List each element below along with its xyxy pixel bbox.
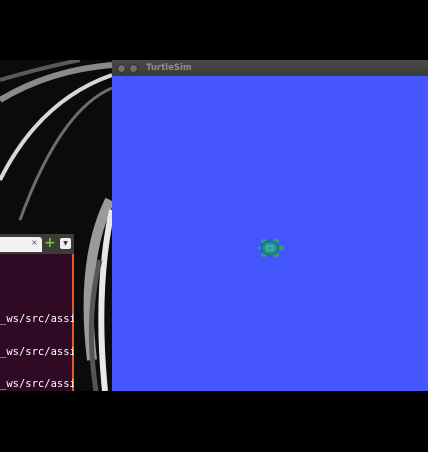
screen: TurtleSim × + ▼ _ws/src/assi _ws/src/ass… bbox=[0, 0, 428, 452]
terminal-tabbar: × + ▼ bbox=[0, 234, 74, 254]
terminal-line: _ws/src/assi bbox=[0, 378, 74, 390]
bottom-black-band bbox=[0, 391, 428, 452]
top-black-band bbox=[0, 0, 428, 60]
terminal-window[interactable]: × + ▼ _ws/src/assi _ws/src/assi _ws/src/… bbox=[0, 234, 74, 391]
tab-menu-button[interactable]: ▼ bbox=[60, 238, 71, 249]
minimize-icon[interactable] bbox=[129, 63, 138, 73]
turtlesim-titlebar[interactable]: TurtleSim bbox=[112, 60, 428, 76]
turtlesim-window[interactable]: TurtleSim bbox=[112, 60, 428, 391]
terminal-line: _ws/src/assi bbox=[0, 346, 74, 358]
turtle-icon bbox=[257, 238, 284, 258]
window-title: TurtleSim bbox=[146, 63, 192, 73]
terminal-line: _ws/src/assi bbox=[0, 313, 74, 325]
new-tab-button[interactable]: + bbox=[44, 236, 56, 250]
terminal-body[interactable]: _ws/src/assi _ws/src/assi _ws/src/assi bbox=[0, 254, 74, 391]
tab-close-icon[interactable]: × bbox=[31, 238, 38, 247]
terminal-tab[interactable]: × bbox=[0, 237, 42, 252]
turtlesim-canvas bbox=[112, 76, 428, 391]
close-icon[interactable] bbox=[117, 63, 126, 73]
